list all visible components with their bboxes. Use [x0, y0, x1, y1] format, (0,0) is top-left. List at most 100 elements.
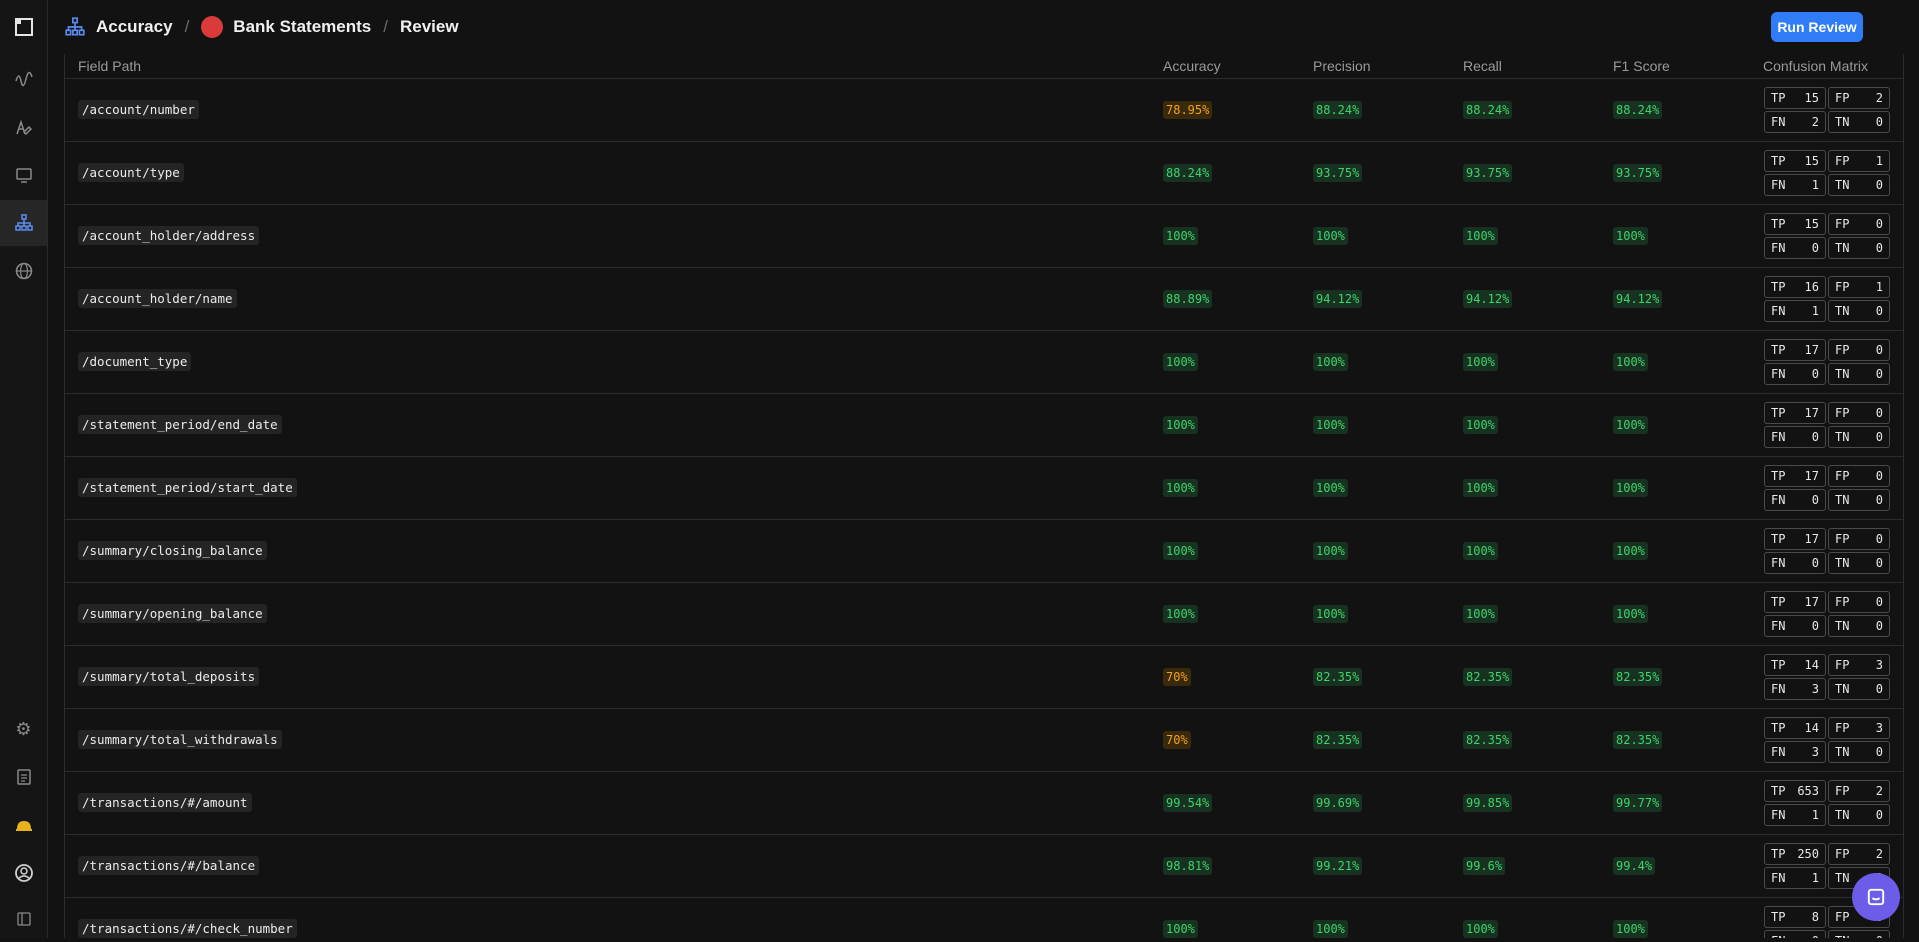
cm-fn-value: 1 — [1811, 178, 1819, 192]
cm-tp-value: 8 — [1811, 910, 1819, 924]
header-field-path: Field Path — [78, 58, 142, 74]
cm-fp-value: 0 — [1875, 532, 1883, 546]
recall-cell: 99.85% — [1463, 794, 1613, 812]
table-row[interactable]: /transactions/#/amount 99.54% 99.69% 99.85%… — [65, 772, 1903, 835]
sidebar-item-account[interactable] — [0, 850, 47, 896]
table-row[interactable]: /document_type 100% 100% 100% 100% TP 17 FP 0 FN 0… — [65, 331, 1903, 394]
sidebar-item-globe[interactable] — [0, 248, 47, 294]
accuracy-cell: 78.95% — [1163, 101, 1313, 119]
sidebar-item-edit[interactable] — [0, 104, 47, 150]
cm-fn-label: FN — [1771, 430, 1786, 444]
recall-value: 100% — [1463, 227, 1498, 245]
table-row[interactable]: /summary/total_withdrawals 70% 82.35% 82.35… — [65, 709, 1903, 772]
chat-button[interactable] — [1852, 873, 1900, 921]
accuracy-value: 100% — [1163, 479, 1198, 497]
f1-cell: 100% — [1613, 416, 1763, 434]
cm-tn: TN 0 — [1828, 615, 1890, 637]
cm-tn: TN 0 — [1828, 489, 1890, 511]
cm-tn: TN 0 — [1828, 552, 1890, 574]
cm-fn-value: 0 — [1811, 430, 1819, 444]
confusion-matrix-cell: TP 653 FP 2 FN 1 TN 0 — [1763, 780, 1903, 826]
recall-value: 100% — [1463, 353, 1498, 371]
field-path: /document_type — [78, 352, 192, 371]
accuracy-value: 88.24% — [1163, 164, 1213, 182]
precision-value: 100% — [1313, 605, 1348, 623]
table-row[interactable]: /summary/total_deposits 70% 82.35% 82.35% 82… — [65, 646, 1903, 709]
cm-fn: FN 0 — [1764, 489, 1826, 511]
precision-cell: 82.35% — [1313, 668, 1463, 686]
cm-fp-value: 3 — [1875, 721, 1883, 735]
accuracy-value: 100% — [1163, 920, 1198, 938]
cm-fp-label: FP — [1835, 469, 1850, 483]
sidebar-item-home[interactable] — [0, 4, 47, 50]
cm-fn: FN 1 — [1764, 300, 1826, 322]
square-logo-icon — [14, 17, 34, 37]
accuracy-cell: 100% — [1163, 353, 1313, 371]
accuracy-cell: 98.81% — [1163, 857, 1313, 875]
cm-fp-label: FP — [1835, 154, 1850, 168]
sidebar-item-activity[interactable] — [0, 56, 47, 102]
confusion-matrix: TP 14 FP 3 FN 3 TN 0 — [1764, 717, 1903, 763]
cm-tn-label: TN — [1835, 934, 1849, 938]
table-row[interactable]: /statement_period/start_date 100% 100% 100%… — [65, 457, 1903, 520]
confusion-matrix-cell: TP 16 FP 1 FN 1 TN 0 — [1763, 276, 1903, 322]
table-row[interactable]: /transactions/#/check_number 100% 100% 100%… — [65, 898, 1903, 938]
sidebar-item-docs[interactable] — [0, 754, 47, 800]
f1-value: 88.24% — [1613, 101, 1663, 119]
cm-fp: FP 0 — [1828, 402, 1890, 424]
accuracy-cell: 100% — [1163, 416, 1313, 434]
confusion-matrix: TP 14 FP 3 FN 3 TN 0 — [1764, 654, 1903, 700]
accuracy-value: 98.81% — [1163, 857, 1213, 875]
cm-fp-label: FP — [1835, 910, 1850, 924]
accuracy-value: 100% — [1163, 227, 1198, 245]
recall-cell: 94.12% — [1463, 290, 1613, 308]
cm-fn-label: FN — [1771, 808, 1786, 822]
recall-cell: 99.6% — [1463, 857, 1613, 875]
sidebar-item-collapse[interactable] — [0, 896, 47, 942]
collapse-icon — [14, 909, 34, 929]
sidebar: ⚙ — [0, 0, 48, 938]
cm-fn: FN 0 — [1764, 615, 1826, 637]
precision-value: 100% — [1313, 542, 1348, 560]
f1-value: 93.75% — [1613, 164, 1663, 182]
table-row[interactable]: /statement_period/end_date 100% 100% 100% 10… — [65, 394, 1903, 457]
cm-fp: FP 3 — [1828, 717, 1890, 739]
table-row[interactable]: /account_holder/name 88.89% 94.12% 94.12% 94… — [65, 268, 1903, 331]
cm-tn-value: 0 — [1875, 304, 1883, 318]
recall-value: 99.85% — [1463, 794, 1513, 812]
breadcrumb-bank-statements[interactable]: Bank Statements — [233, 17, 371, 37]
sidebar-item-construction[interactable] — [0, 802, 47, 848]
cm-tp: TP 17 — [1764, 465, 1826, 487]
f1-value: 100% — [1613, 920, 1648, 938]
sidebar-item-accuracy[interactable] — [0, 200, 47, 246]
red-circle-icon — [201, 16, 224, 38]
f1-value: 100% — [1613, 353, 1648, 371]
run-review-button[interactable]: Run Review — [1771, 12, 1863, 42]
cm-fn-value: 2 — [1811, 115, 1819, 129]
sidebar-item-monitor[interactable] — [0, 152, 47, 198]
header-accuracy: Accuracy — [1163, 58, 1221, 74]
cm-fp-value: 2 — [1875, 91, 1883, 105]
table-row[interactable]: /summary/closing_balance 100% 100% 100% 100%… — [65, 520, 1903, 583]
precision-cell: 100% — [1313, 542, 1463, 560]
table-row[interactable]: /account/type 88.24% 93.75% 93.75% 93.75% TP 1… — [65, 142, 1903, 205]
cm-fn-value: 0 — [1812, 934, 1819, 938]
recall-value: 94.12% — [1463, 290, 1513, 308]
precision-value: 93.75% — [1313, 164, 1363, 182]
cm-tn-value: 0 — [1875, 115, 1883, 129]
field-path-cell: /account_holder/address — [65, 226, 1163, 245]
table-row[interactable]: /summary/opening_balance 100% 100% 100% 100%… — [65, 583, 1903, 646]
cm-fp-label: FP — [1835, 406, 1850, 420]
cm-fp-value: 0 — [1875, 469, 1883, 483]
f1-cell: 82.35% — [1613, 731, 1763, 749]
breadcrumb-accuracy[interactable]: Accuracy — [96, 17, 173, 37]
table-row[interactable]: /account/number 78.95% 88.24% 88.24% 88.24% T… — [65, 79, 1903, 142]
cm-tp-label: TP — [1771, 595, 1786, 609]
field-path: /transactions/#/check_number — [78, 919, 297, 938]
table-row[interactable]: /transactions/#/balance 98.81% 99.21% 99.6%… — [65, 835, 1903, 898]
field-path: /statement_period/start_date — [78, 478, 297, 497]
accuracy-cell: 70% — [1163, 731, 1313, 749]
table-row[interactable]: /account_holder/address 100% 100% 100% 100% T… — [65, 205, 1903, 268]
cm-fn: FN 3 — [1764, 678, 1826, 700]
sidebar-item-settings[interactable]: ⚙ — [0, 706, 47, 752]
